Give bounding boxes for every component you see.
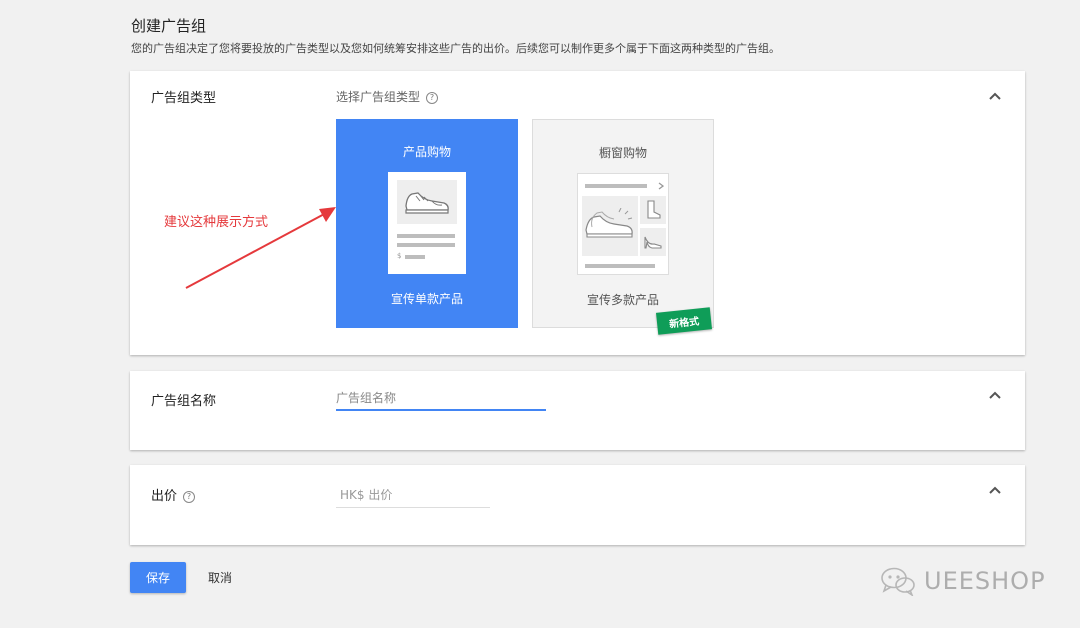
wechat-icon (881, 567, 915, 596)
cancel-button[interactable]: 取消 (196, 562, 244, 593)
showcase-illustration (577, 173, 669, 275)
page-description: 您的广告组决定了您将要投放的广告类型以及您如何统筹安排这些广告的出价。后续您可以… (131, 42, 780, 55)
ad-group-name-input[interactable] (336, 387, 546, 411)
price-symbol: $ (397, 252, 402, 260)
sneaker-icon (405, 192, 449, 214)
product-photo (397, 180, 457, 224)
thumb-photo (640, 228, 666, 256)
main-photo (582, 196, 638, 256)
page-title: 创建广告组 (131, 17, 207, 35)
option-caption: 宣传多款产品 (586, 293, 659, 307)
ad-group-name-label: 广告组名称 (151, 394, 217, 409)
chevron-up-icon (989, 92, 1001, 100)
annotation-arrow-icon (185, 207, 336, 289)
collapse-name-button[interactable] (987, 387, 1003, 403)
boot-icon (647, 200, 661, 219)
chevron-up-icon (989, 391, 1001, 399)
bid-label-row: 出价? (151, 485, 196, 504)
option-title: 产品购物 (402, 145, 451, 159)
new-format-badge: 新格式 (655, 307, 713, 335)
save-button[interactable]: 保存 (130, 562, 186, 593)
thumb-photo (640, 196, 666, 224)
bid-card: 出价? (130, 465, 1025, 545)
product-illustration: $ (388, 172, 466, 274)
price-line (405, 255, 425, 259)
bid-label: 出价 (151, 489, 178, 504)
heel-shoe-icon (644, 236, 662, 249)
collapse-type-button[interactable] (987, 88, 1003, 104)
help-icon[interactable]: ? (183, 490, 196, 503)
option-title: 橱窗购物 (598, 146, 647, 160)
chevron-up-icon (989, 486, 1001, 494)
option-showcase-shopping[interactable]: 橱窗购物 宣传多款产品 新格式 (532, 119, 714, 335)
ad-group-type-hint-text: 选择广告组类型 (336, 90, 421, 104)
text-line (397, 243, 455, 247)
bid-input[interactable] (336, 482, 490, 508)
watermark-text: UEESHOP (924, 567, 1046, 595)
text-line (397, 234, 455, 238)
chevron-right-icon (658, 182, 664, 190)
help-icon[interactable]: ? (426, 91, 439, 104)
footer-line (585, 264, 655, 268)
watermark: UEESHOP (880, 566, 1046, 596)
option-caption: 宣传单款产品 (390, 292, 463, 306)
collapse-bid-button[interactable] (987, 482, 1003, 498)
sneaker-icon (585, 208, 633, 238)
ad-group-type-label: 广告组类型 (151, 91, 217, 106)
option-product-shopping[interactable]: 产品购物 $ 宣传单款产品 (336, 119, 518, 328)
header-line (585, 184, 647, 188)
ad-group-name-card: 广告组名称 (130, 371, 1025, 450)
ad-group-type-hint: 选择广告组类型? (336, 88, 439, 105)
